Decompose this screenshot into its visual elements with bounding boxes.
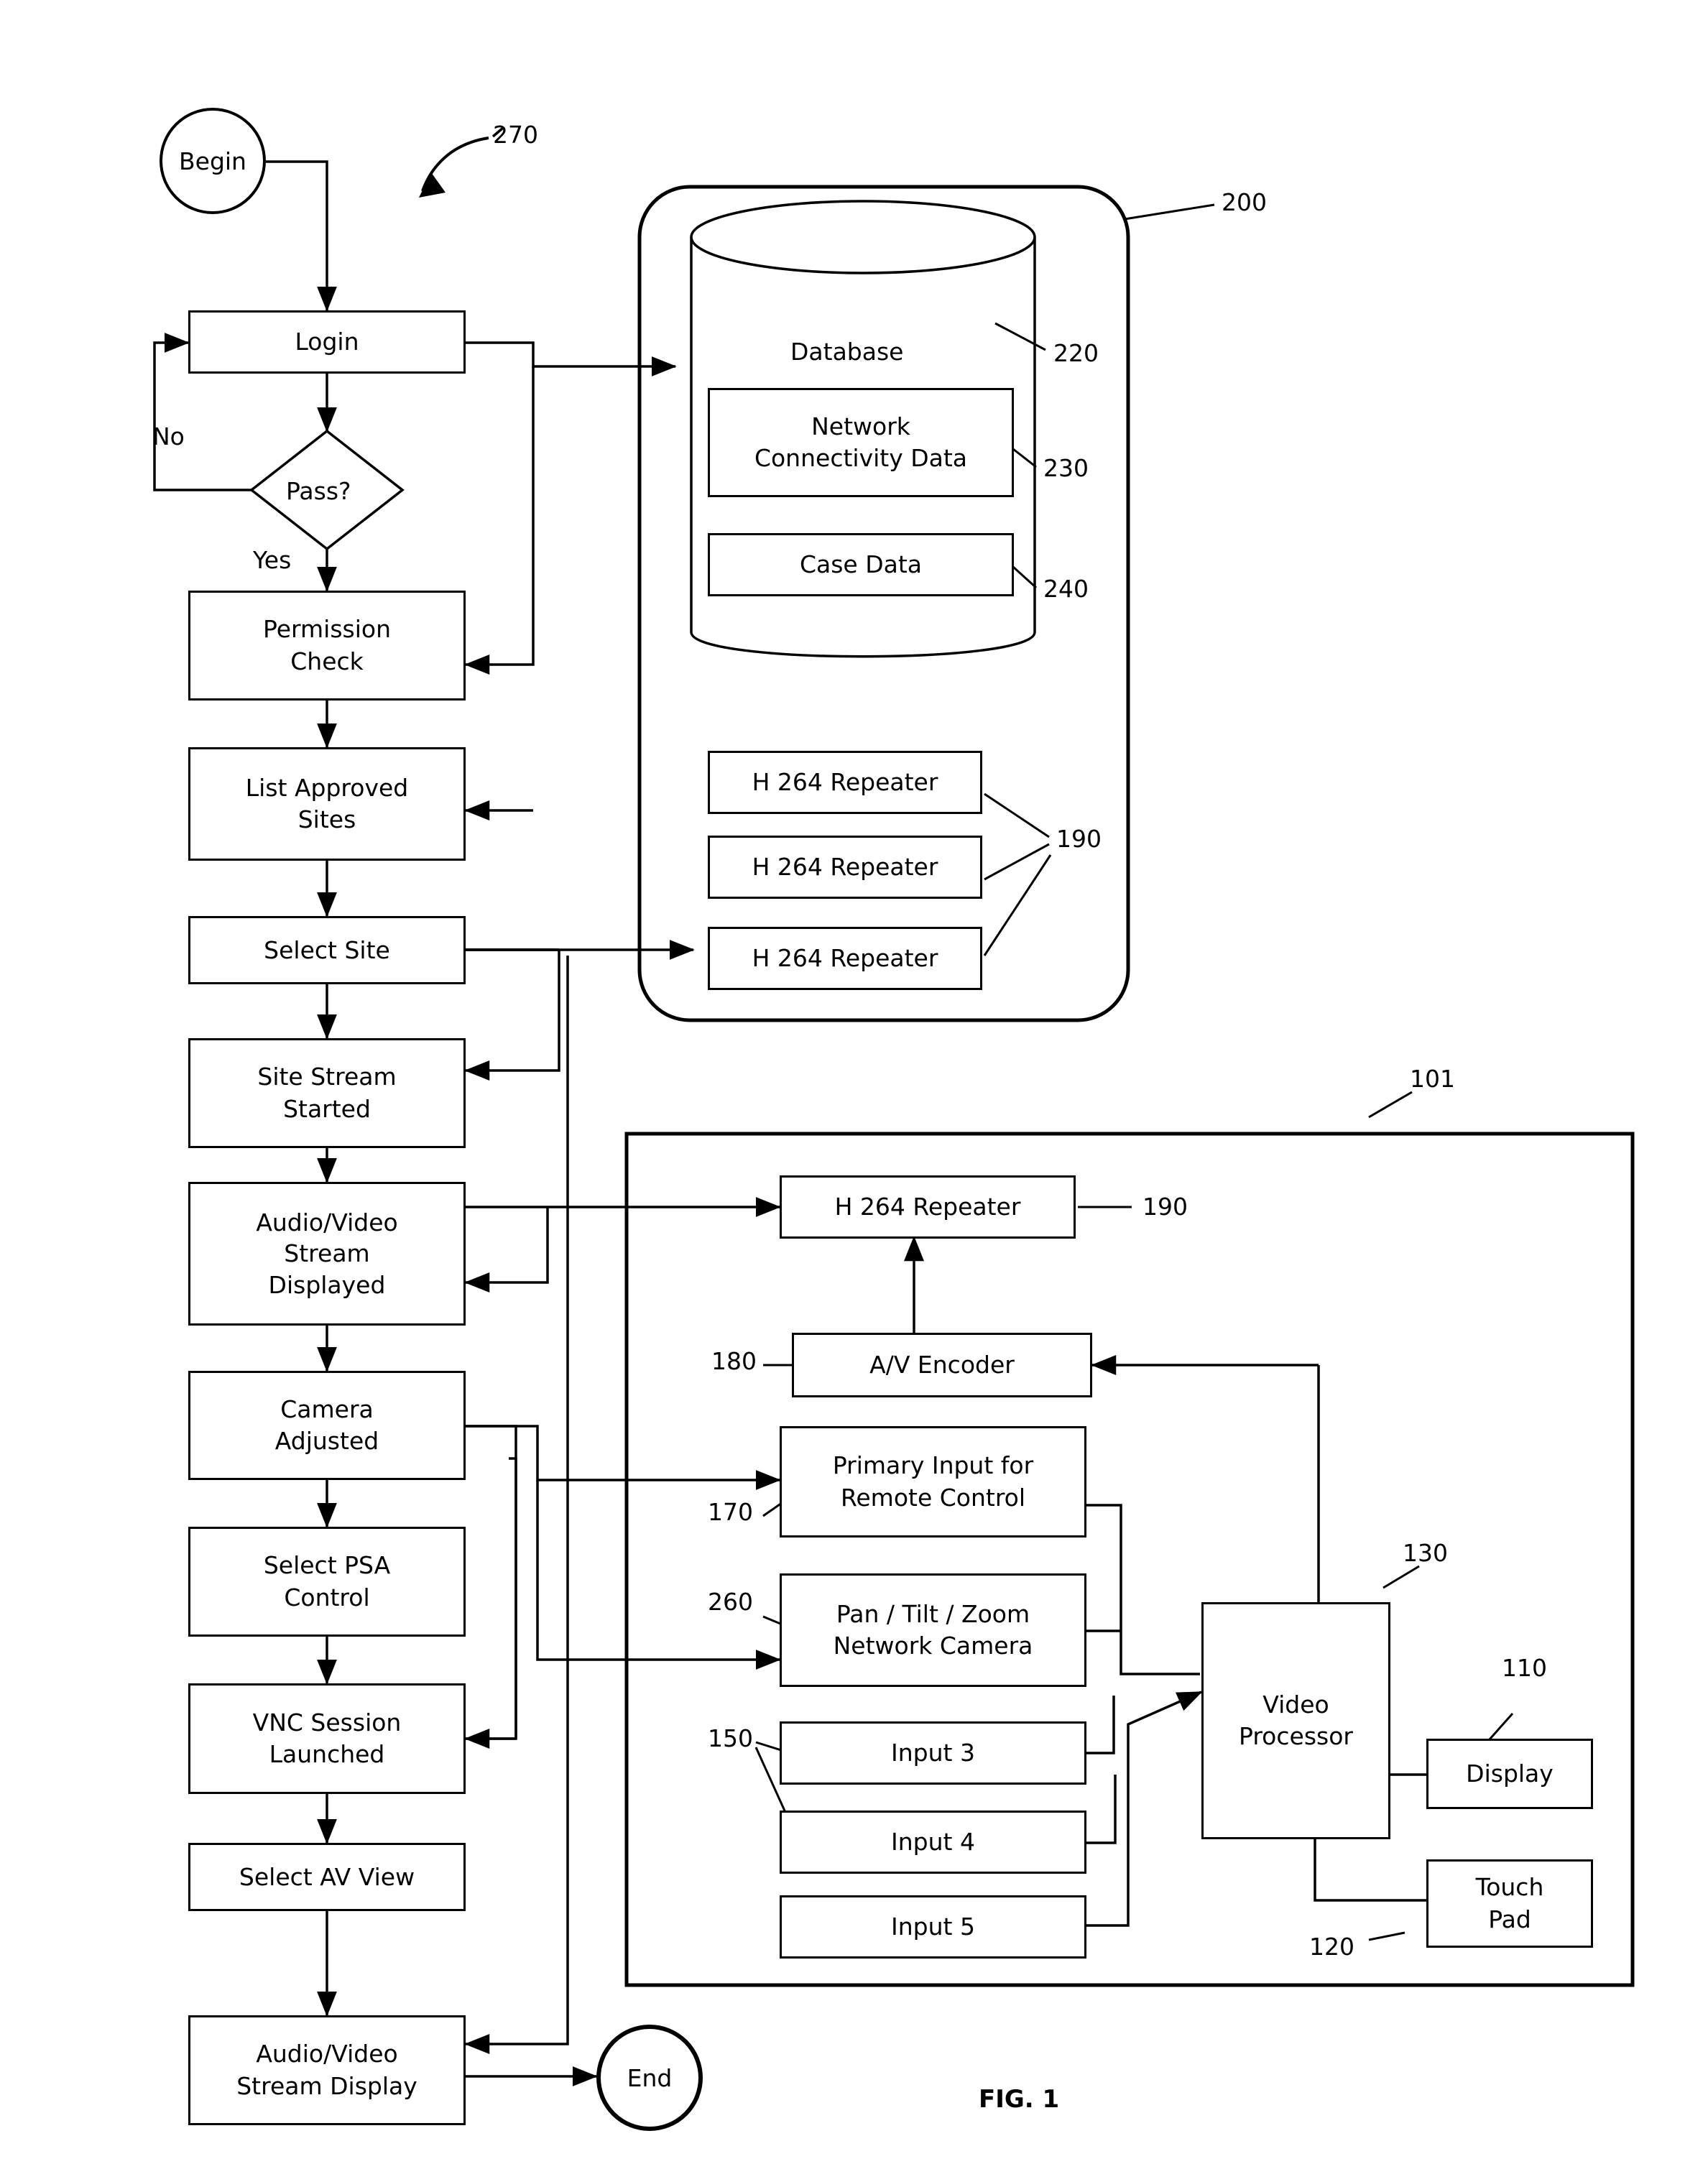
client-input-5: Input 5 (780, 1895, 1086, 1959)
primary-input-remote-control-line2: Remote Control (840, 1483, 1026, 1512)
flow-step-select-site: Select Site (188, 916, 466, 984)
flow-step-site-stream-started-line1: Site Stream (257, 1063, 397, 1091)
flow-end: End (596, 2025, 703, 2131)
ref-270: 270 (493, 121, 538, 149)
flow-step-av-stream-displayed-line2: Stream (284, 1239, 370, 1268)
flow-step-camera-adjusted: Camera Adjusted (188, 1371, 466, 1480)
ref-130: 130 (1403, 1539, 1448, 1567)
db-case-data-label: Case Data (799, 550, 923, 579)
flow-step-list-approved-sites-line1: List Approved (245, 773, 409, 802)
touch-pad-box-line1: Touch (1475, 1873, 1544, 1902)
client-h264-repeater-label: H 264 Repeater (834, 1193, 1021, 1221)
server-h264-repeater-3: H 264 Repeater (708, 927, 982, 990)
db-network-connectivity-data-line1: Network (811, 412, 910, 440)
flow-step-av-stream-displayed: Audio/Video Stream Displayed (188, 1182, 466, 1326)
ref-180: 180 (711, 1347, 757, 1375)
client-input-4: Input 4 (780, 1811, 1086, 1874)
flow-step-av-stream-display-line1: Audio/Video (256, 2040, 398, 2068)
flow-begin: Begin (160, 108, 266, 214)
flow-step-vnc-session-launched-line2: Launched (269, 1740, 385, 1768)
flow-step-site-stream-started-line2: Started (283, 1094, 371, 1123)
database-label: Database (790, 338, 904, 366)
flow-step-camera-adjusted-line1: Camera (280, 1395, 374, 1423)
display-box-label: Display (1466, 1760, 1554, 1788)
flow-step-select-psa-control-line2: Control (284, 1583, 370, 1612)
flow-step-login: Login (188, 310, 466, 374)
video-processor: Video Processor (1201, 1602, 1390, 1839)
flow-step-permission-check-line2: Check (290, 647, 364, 675)
ref-110: 110 (1502, 1654, 1547, 1682)
client-h264-repeater: H 264 Repeater (780, 1175, 1076, 1239)
video-processor-line1: Video (1262, 1690, 1329, 1719)
figure-caption: FIG. 1 (979, 2085, 1060, 2114)
flow-step-list-approved-sites: List Approved Sites (188, 747, 466, 861)
av-encoder-label: A/V Encoder (869, 1351, 1015, 1379)
ref-190-server: 190 (1056, 825, 1102, 853)
flow-step-select-av-view-label: Select AV View (239, 1862, 415, 1891)
ref-230: 230 (1043, 454, 1089, 482)
flow-step-vnc-session-launched: VNC Session Launched (188, 1683, 466, 1794)
ref-240: 240 (1043, 575, 1089, 603)
decision-yes-label: Yes (253, 546, 292, 574)
server-h264-repeater-1-label: H 264 Repeater (752, 768, 938, 797)
db-case-data: Case Data (708, 533, 1014, 596)
client-input-4-label: Input 4 (891, 1828, 975, 1856)
client-input-5-label: Input 5 (891, 1913, 975, 1941)
db-network-connectivity-data-line2: Connectivity Data (754, 444, 968, 472)
flow-step-camera-adjusted-line2: Adjusted (274, 1427, 379, 1455)
flow-step-select-site-label: Select Site (264, 935, 390, 964)
flow-step-select-psa-control: Select PSA Control (188, 1527, 466, 1637)
video-processor-line2: Processor (1239, 1722, 1353, 1750)
db-network-connectivity-data: Network Connectivity Data (708, 388, 1014, 497)
flow-step-av-stream-display: Audio/Video Stream Display (188, 2015, 466, 2125)
ref-260: 260 (708, 1588, 753, 1616)
ref-150: 150 (708, 1724, 753, 1752)
server-h264-repeater-3-label: H 264 Repeater (752, 944, 938, 973)
figure-sheet: Begin 270 Login No Pass? Yes Permission … (0, 0, 1708, 2164)
flow-step-vnc-session-launched-line1: VNC Session (252, 1708, 402, 1737)
flow-step-list-approved-sites-line2: Sites (297, 805, 356, 833)
ptz-network-camera-line1: Pan / Tilt / Zoom (836, 1599, 1030, 1628)
display-box: Display (1426, 1739, 1593, 1809)
touch-pad-box: Touch Pad (1426, 1859, 1593, 1948)
av-encoder: A/V Encoder (792, 1333, 1092, 1397)
flow-step-av-stream-display-line2: Stream Display (236, 2071, 417, 2100)
server-h264-repeater-2-label: H 264 Repeater (752, 853, 938, 882)
flow-step-av-stream-displayed-line1: Audio/Video (256, 1208, 398, 1236)
primary-input-remote-control: Primary Input for Remote Control (780, 1426, 1086, 1538)
ref-170: 170 (708, 1498, 753, 1526)
flow-step-select-psa-control-line1: Select PSA (263, 1551, 391, 1580)
client-input-3: Input 3 (780, 1721, 1086, 1785)
flow-step-select-av-view: Select AV View (188, 1843, 466, 1911)
client-container (624, 1132, 1635, 1987)
flow-step-login-label: Login (295, 328, 359, 356)
ref-120: 120 (1309, 1933, 1354, 1961)
flow-step-site-stream-started: Site Stream Started (188, 1038, 466, 1148)
ptz-network-camera-line2: Network Camera (833, 1632, 1033, 1660)
server-h264-repeater-2: H 264 Repeater (708, 836, 982, 899)
ref-101: 101 (1410, 1065, 1455, 1093)
flow-begin-label: Begin (179, 147, 246, 175)
primary-input-remote-control-line1: Primary Input for (832, 1451, 1034, 1480)
flow-end-label: End (627, 2063, 673, 2092)
ref-220: 220 (1053, 339, 1099, 367)
flow-step-av-stream-displayed-line3: Displayed (268, 1270, 386, 1299)
touch-pad-box-line2: Pad (1488, 1905, 1531, 1933)
decision-no-label: No (152, 422, 185, 450)
flow-step-permission-check: Permission Check (188, 591, 466, 700)
flow-decision-pass: Pass? (286, 477, 351, 505)
ptz-network-camera: Pan / Tilt / Zoom Network Camera (780, 1573, 1086, 1687)
server-h264-repeater-1: H 264 Repeater (708, 751, 982, 814)
ref-190-client: 190 (1142, 1193, 1188, 1221)
client-input-3-label: Input 3 (891, 1739, 975, 1767)
ref-200: 200 (1222, 188, 1267, 216)
flow-step-permission-check-line1: Permission (263, 615, 391, 644)
